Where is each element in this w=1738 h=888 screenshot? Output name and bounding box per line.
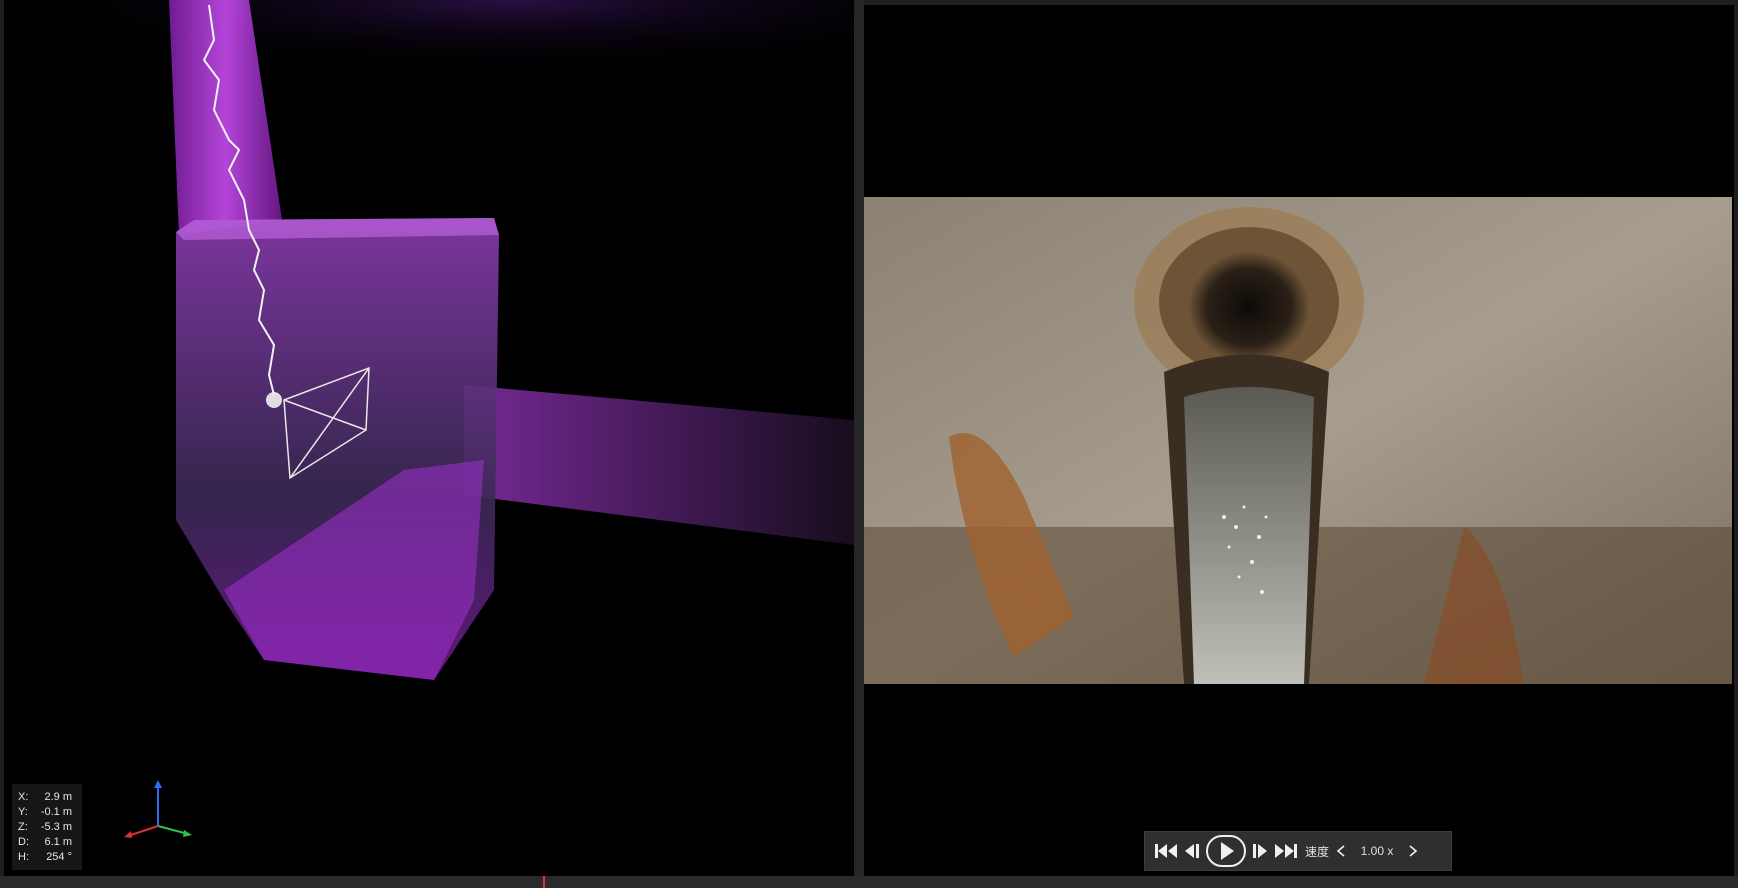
play-button[interactable]: [1205, 835, 1247, 867]
step-back-icon: [1185, 844, 1199, 858]
step-back-button[interactable]: [1181, 836, 1203, 866]
speed-label: 速度: [1305, 844, 1330, 859]
skip-to-start-icon: [1155, 844, 1177, 858]
coord-z: -5.3 m: [40, 821, 72, 833]
point-cloud-viewer[interactable]: X: 2.9 m Y: -0.1 m Z: -5.3 m D: 6.1 m H: 254 …: [4, 0, 854, 876]
skip-to-end-icon: [1275, 844, 1297, 858]
video-player[interactable]: 速度 1.00 x: [864, 5, 1734, 876]
playback-controls: 速度 1.00 x: [1144, 831, 1452, 871]
coord-h: 254 °: [46, 851, 72, 863]
coordinate-readout: X: 2.9 m Y: -0.1 m Z: -5.3 m D: 6.1 m H: 254 …: [12, 784, 82, 870]
speed-value: 1.00 x: [1360, 844, 1394, 858]
step-forward-button[interactable]: [1249, 836, 1271, 866]
pane-divider[interactable]: [854, 0, 864, 876]
coord-x: 2.9 m: [44, 791, 72, 803]
timeline-bar[interactable]: [0, 876, 1738, 888]
axis-gizmo-icon: [124, 780, 192, 838]
speed-increase-button[interactable]: [1403, 836, 1423, 866]
coord-d: 6.1 m: [44, 836, 72, 848]
chevron-right-icon: [1409, 845, 1418, 857]
skip-to-start-button[interactable]: [1153, 836, 1179, 866]
play-icon: [1206, 835, 1246, 867]
timeline-playhead[interactable]: [543, 876, 545, 888]
speed-decrease-button[interactable]: [1331, 836, 1351, 866]
step-forward-icon: [1253, 844, 1267, 858]
video-frame: [864, 197, 1732, 684]
skip-to-end-button[interactable]: [1273, 836, 1299, 866]
chevron-left-icon: [1336, 845, 1345, 857]
coord-y: -0.1 m: [40, 806, 72, 818]
point-cloud-canvas[interactable]: [4, 0, 854, 876]
